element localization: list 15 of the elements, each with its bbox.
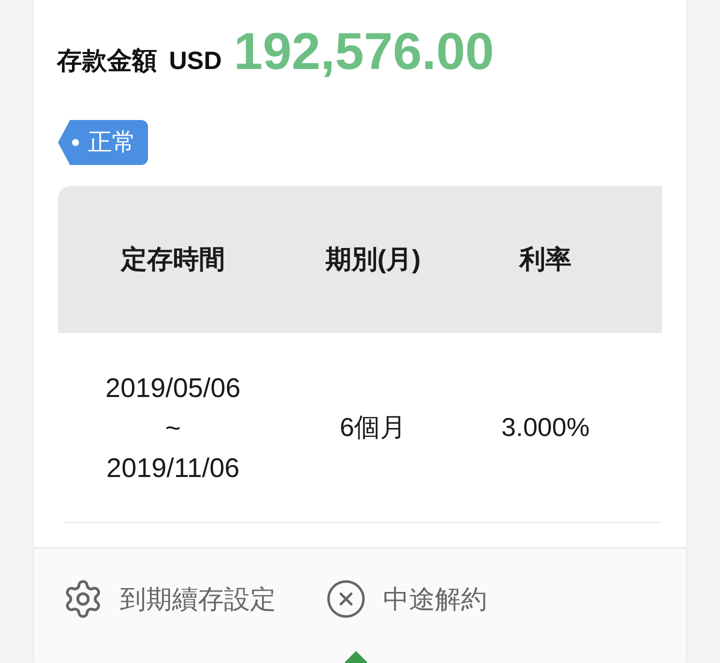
table-cell-text: 6個月	[340, 411, 406, 444]
currency-label: USD	[169, 46, 222, 77]
early-termination-button[interactable]: 中途解約	[325, 578, 487, 620]
close-icon	[325, 578, 367, 620]
triangle-icon	[345, 651, 367, 663]
table-cell-text: 3.000%	[501, 411, 590, 444]
table-header-cell-text: 定存時間	[121, 243, 225, 276]
dot-icon	[72, 139, 79, 146]
table-cell-text: 2019/05/06 ~ 2019/11/06	[105, 372, 241, 484]
deposit-amount: 192,576.00	[234, 22, 494, 82]
renewal-settings-button[interactable]: 到期續存設定	[62, 578, 276, 620]
table-header-cell-text: 利率	[520, 243, 572, 276]
table-header-cell-text: 期別(月)	[325, 243, 421, 276]
deposit-amount-label: 存款金額	[57, 46, 157, 77]
status-label: 正常	[88, 128, 136, 158]
